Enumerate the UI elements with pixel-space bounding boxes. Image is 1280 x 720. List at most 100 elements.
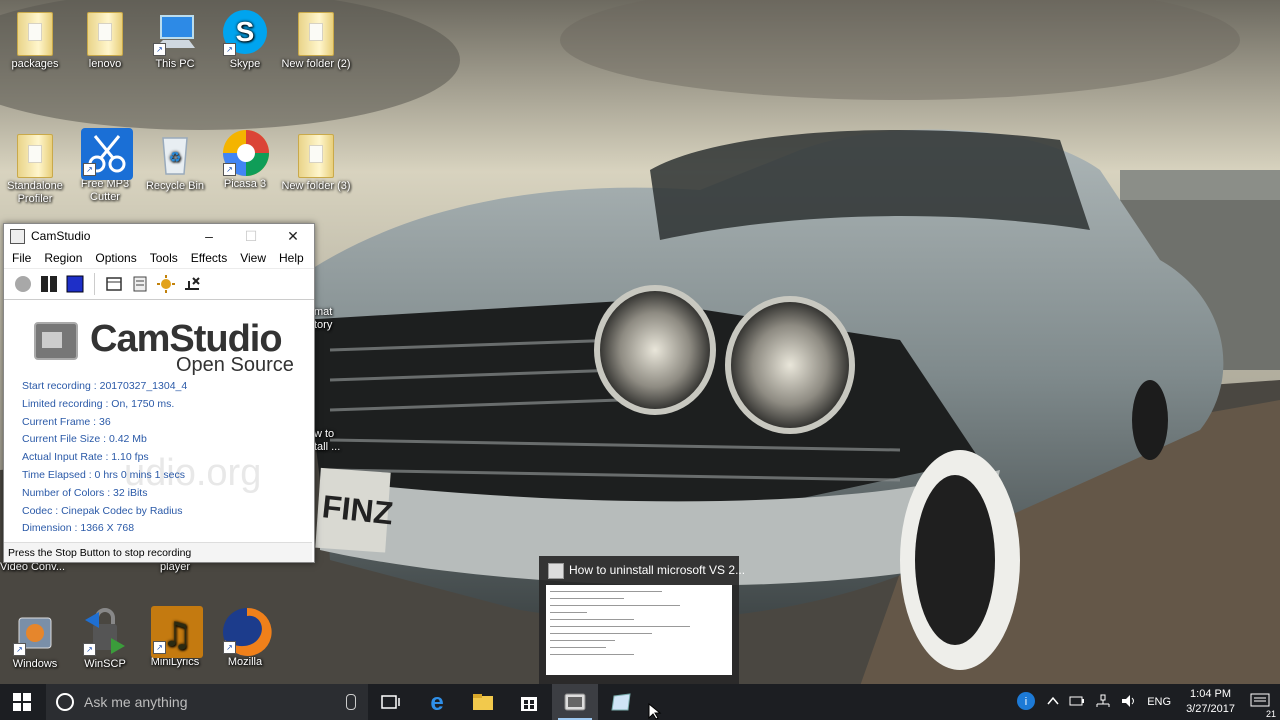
menu-tools[interactable]: Tools [142, 251, 183, 265]
shortcut-arrow-icon: ↗ [153, 641, 166, 654]
desktop-icon-lenovo[interactable]: lenovo [70, 8, 140, 71]
cortana-search-box[interactable]: Ask me anything [46, 684, 368, 720]
desktop-icon-partial-howto[interactable]: w to tall ... [314, 428, 354, 454]
record-icon [15, 276, 31, 292]
input-language-indicator[interactable]: ENG [1142, 696, 1176, 708]
toolbar [4, 268, 314, 300]
folder-icon [17, 12, 53, 56]
stat-dimension: Dimension : 1366 X 768 [22, 522, 135, 535]
battery-indicator[interactable] [1064, 695, 1090, 710]
stat-time-elapsed: Time Elapsed : 0 hrs 0 mins 1 secs [22, 468, 186, 481]
taskbar: Ask me anything e i ENG 1:04 PM 3/27/201… [0, 684, 1280, 720]
svg-text:S: S [236, 16, 255, 47]
tray-app-icon[interactable]: i [1010, 690, 1042, 715]
menu-view[interactable]: View [232, 251, 271, 265]
search-placeholder: Ask me anything [84, 694, 188, 710]
desktop-icon-recycle-bin[interactable]: ♻ Recycle Bin [140, 130, 210, 193]
action-center-button[interactable]: 21 [1245, 692, 1280, 719]
pause-button[interactable] [40, 275, 58, 293]
close-button[interactable]: ✕ [272, 224, 314, 248]
battery-icon [1069, 696, 1085, 705]
toolbar-separator [94, 273, 95, 295]
svg-text:i: i [1025, 696, 1027, 708]
window-titlebar[interactable]: CamStudio – ☐ ✕ [4, 224, 314, 248]
desktop-icon-minilyrics[interactable]: ♫ ↗ MiniLyrics [140, 606, 210, 669]
taskbar-store[interactable] [506, 684, 552, 720]
folder-icon [298, 134, 334, 178]
maximize-button[interactable]: ☐ [230, 224, 272, 248]
desktop-icon-standalone-profiler[interactable]: Standalone Profiler [0, 130, 70, 206]
camstudio-logo-icon [34, 322, 78, 360]
desktop-icon-mozilla[interactable]: ↗ Mozilla [210, 606, 280, 669]
stat-start-recording: Start recording : 20170327_1304_4 [22, 380, 188, 392]
preview-title: How to uninstall microsoft VS 2... [569, 563, 746, 577]
shortcut-arrow-icon: ↗ [153, 43, 166, 56]
shortcut-arrow-icon: ↗ [223, 43, 236, 56]
stat-number-of-colors: Number of Colors : 32 iBits [22, 486, 148, 499]
effects-button[interactable] [157, 275, 175, 293]
stop-button[interactable] [66, 275, 84, 293]
desktop-icon-packages[interactable]: packages [0, 8, 70, 71]
clock-date: 3/27/2017 [1186, 703, 1235, 715]
minimize-button[interactable]: – [188, 224, 230, 248]
menu-region[interactable]: Region [36, 251, 87, 265]
camstudio-taskbar-icon [564, 693, 586, 711]
stat-current-file-size: Current File Size : 0.42 Mb [22, 433, 147, 446]
menu-effects[interactable]: Effects [183, 251, 232, 265]
taskbar-edge[interactable]: e [414, 684, 460, 720]
windows-logo-icon [13, 693, 31, 711]
show-hidden-icons-button[interactable] [1042, 696, 1064, 709]
network-indicator[interactable] [1090, 694, 1116, 711]
start-button[interactable] [0, 684, 44, 720]
folder-icon [87, 12, 123, 56]
options-button[interactable] [131, 275, 149, 293]
network-icon [1096, 694, 1110, 707]
shortcut-arrow-icon: ↗ [13, 643, 26, 656]
desktop-icon-new-folder-2[interactable]: New folder (2) [281, 8, 351, 71]
menu-file[interactable]: File [4, 251, 36, 265]
desktop-icon-windows[interactable]: ↗ Windows [0, 608, 70, 671]
taskbar-camstudio[interactable] [552, 684, 598, 720]
desktop-icon-this-pc[interactable]: ↗ This PC [140, 8, 210, 71]
folder-icon [17, 134, 53, 178]
stat-limited-recording: Limited recording : On, 1750 ms. [22, 397, 175, 410]
camstudio-app-icon[interactable] [10, 228, 25, 244]
menu-help[interactable]: Help [271, 251, 309, 265]
desktop-icon-partial-format[interactable]: mat tory [314, 306, 354, 332]
task-view-button[interactable] [368, 684, 414, 720]
taskbar-clock[interactable]: 1:04 PM 3/27/2017 [1176, 687, 1245, 717]
notification-icon [1250, 693, 1270, 706]
menu-bar: File Region Options Tools Effects View H… [4, 248, 314, 268]
record-button[interactable] [14, 275, 32, 293]
status-bar: Press the Stop Button to stop recording [4, 542, 312, 562]
window-title: CamStudio [31, 229, 91, 243]
volume-indicator[interactable] [1116, 694, 1142, 711]
stat-current-frame: Current Frame : 36 [22, 415, 111, 428]
menu-options[interactable]: Options [87, 251, 141, 265]
camstudio-window[interactable]: CamStudio – ☐ ✕ File Region Options Tool… [3, 223, 315, 563]
taskbar-thumbnail-preview[interactable]: How to uninstall microsoft VS 2... [539, 556, 746, 684]
desktop-icon-free-mp3-cutter[interactable]: ↗ Free MP3 Cutter [70, 128, 140, 204]
svg-text:FINZ: FINZ [320, 488, 394, 531]
taskbar-notepad[interactable] [598, 684, 644, 720]
preview-document-thumbnail[interactable] [546, 585, 732, 675]
clock-time: 1:04 PM [1190, 688, 1232, 700]
desktop-icon-new-folder-3[interactable]: New folder (3) [281, 130, 351, 193]
desktop-icon-picasa-3[interactable]: ↗ Picasa 3 [210, 128, 280, 191]
svg-text:e: e [430, 691, 443, 713]
annotation-button[interactable] [183, 275, 201, 293]
shortcut-arrow-icon: ↗ [223, 163, 236, 176]
system-tray: i ENG 1:04 PM 3/27/2017 21 [1010, 684, 1280, 720]
region-icon [106, 277, 122, 291]
taskbar-file-explorer[interactable] [460, 684, 506, 720]
svg-text:♻: ♻ [169, 150, 182, 166]
pause-icon [41, 276, 57, 292]
desktop-icon-winscp[interactable]: ↗ WinSCP [70, 608, 140, 671]
file-explorer-icon [473, 694, 493, 710]
microphone-icon[interactable] [346, 694, 356, 710]
region-button[interactable] [105, 275, 123, 293]
desktop-icon-skype[interactable]: S ↗ Skype [210, 8, 280, 71]
chevron-up-icon [1047, 696, 1059, 704]
shortcut-arrow-icon: ↗ [83, 163, 96, 176]
cursor-cross-icon [185, 277, 200, 290]
